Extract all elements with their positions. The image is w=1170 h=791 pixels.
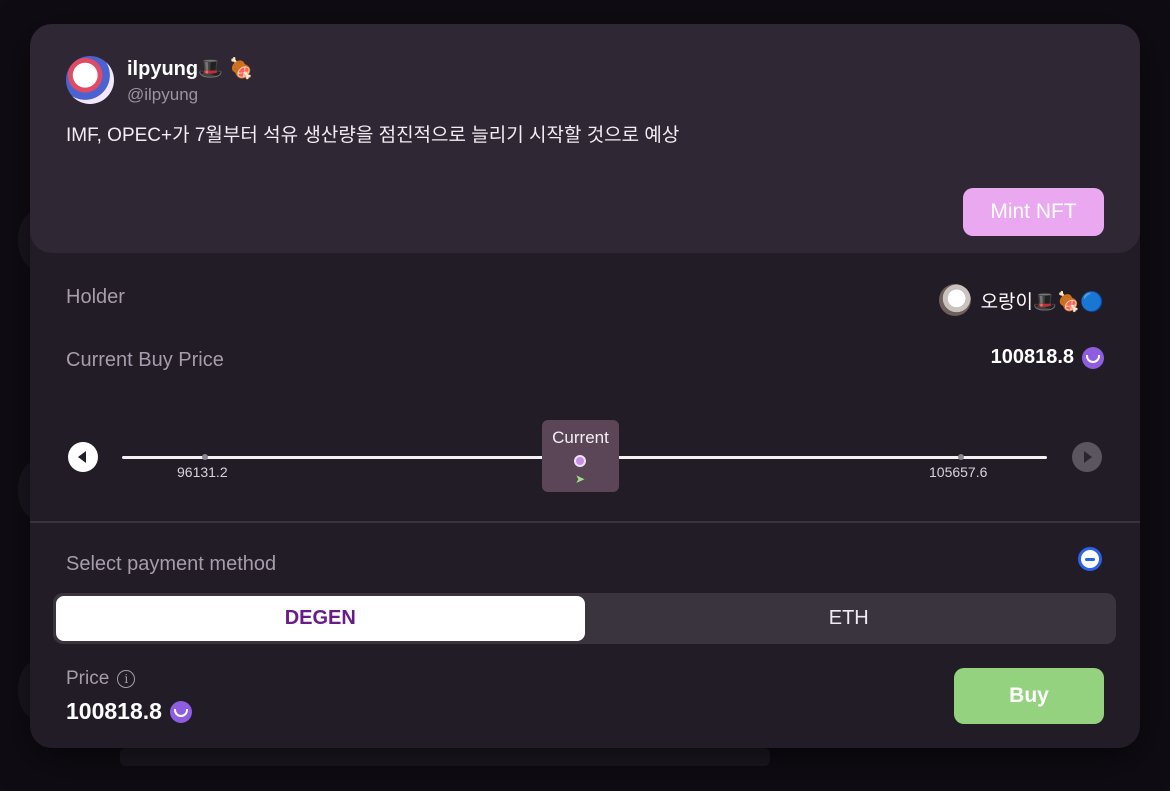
current-buy-price: 100818.8 — [991, 346, 1104, 369]
info-icon[interactable]: i — [117, 670, 136, 688]
current-buy-price-value: 100818.8 — [990, 346, 1074, 368]
background-text-blur — [120, 748, 770, 766]
holder-name: 오랑이🎩🍖🔵 — [980, 291, 1104, 313]
slider-tick-right — [958, 454, 964, 460]
price-label-text: Price — [66, 668, 110, 689]
slider-prev-button[interactable] — [68, 442, 98, 472]
cast-card: ilpyung🎩 🍖 @ilpyung IMF, OPEC+가 7월부터 석유 … — [30, 24, 1140, 253]
slider-tick-right-label: 105657.6 — [929, 464, 988, 480]
collapse-icon[interactable] — [1078, 547, 1102, 571]
chevron-left-icon — [78, 451, 86, 463]
slider-next-button[interactable] — [1072, 442, 1102, 472]
price-value: 100818.8 — [66, 698, 192, 725]
degen-coin-icon — [1082, 346, 1104, 369]
author-handle[interactable]: @ilpyung — [127, 85, 198, 105]
payment-method-toggle: DEGEN ETH — [53, 593, 1116, 644]
slider-tick-left — [202, 454, 208, 460]
mint-nft-button[interactable]: Mint NFT — [963, 188, 1104, 236]
chevron-right-icon — [1084, 451, 1092, 463]
payment-option-eth[interactable]: ETH — [585, 596, 1114, 641]
section-divider — [30, 521, 1140, 523]
degen-coin-icon — [169, 700, 192, 723]
current-marker[interactable]: Current ➤ — [542, 420, 619, 492]
cast-text: IMF, OPEC+가 7월부터 석유 생산량을 점진적으로 늘리기 시작할 것… — [66, 125, 680, 146]
holder-avatar — [938, 284, 971, 316]
author-avatar[interactable] — [66, 56, 114, 104]
holder-label: Holder — [66, 286, 125, 308]
price-slider: 96131.2 105657.6 Current ➤ — [30, 414, 1140, 504]
buy-button[interactable]: Buy — [954, 668, 1104, 724]
author-display-name[interactable]: ilpyung🎩 🍖 — [127, 56, 253, 81]
current-buy-price-label: Current Buy Price — [66, 349, 224, 371]
payment-option-degen[interactable]: DEGEN — [56, 596, 585, 641]
mint-modal: ilpyung🎩 🍖 @ilpyung IMF, OPEC+가 7월부터 석유 … — [30, 24, 1140, 748]
current-marker-label: Current — [552, 428, 609, 447]
holder-info[interactable]: 오랑이🎩🍖🔵 — [938, 284, 1104, 316]
price-value-text: 100818.8 — [66, 698, 162, 724]
caret-up-icon: ➤ — [575, 472, 586, 486]
slider-tick-left-label: 96131.2 — [177, 464, 228, 480]
payment-method-label: Select payment method — [66, 553, 277, 575]
slider-handle[interactable] — [574, 455, 586, 467]
price-label: Price i — [66, 668, 136, 690]
